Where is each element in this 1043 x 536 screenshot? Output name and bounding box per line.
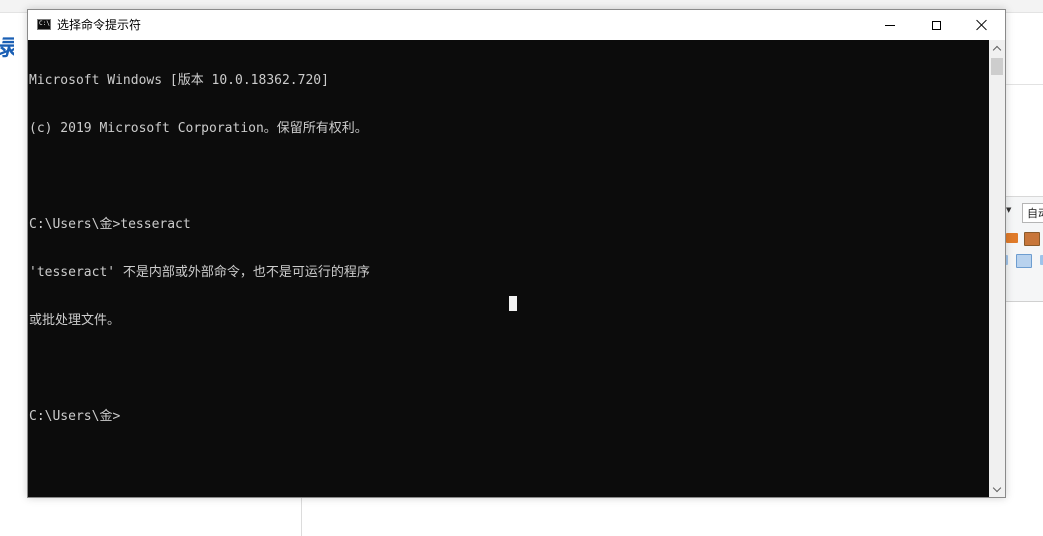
- text-cursor: [509, 296, 517, 311]
- minimize-icon: [885, 24, 895, 26]
- background-ribbon-fragment: ▼ 自动: [1002, 196, 1043, 302]
- console-line: 'tesseract' 不是内部或外部命令，也不是可运行的程序: [29, 265, 370, 280]
- background-combo-box[interactable]: 自动: [1022, 203, 1043, 223]
- minimize-button[interactable]: [867, 10, 913, 40]
- window-title: 选择命令提示符: [57, 18, 142, 32]
- cmd-icon[interactable]: C:\: [37, 19, 51, 30]
- chevron-up-icon: [992, 45, 1002, 54]
- console-window[interactable]: C:\ 选择命令提示符 Microsoft Windows [版本 10.0.1…: [27, 9, 1006, 498]
- background-divider-right: [1005, 84, 1043, 85]
- chevron-down-icon[interactable]: ▼: [1006, 206, 1011, 214]
- maximize-button[interactable]: [913, 10, 959, 40]
- picture-insert-icon[interactable]: [1024, 232, 1040, 246]
- console-line: C:\Users\金>tesseract: [29, 217, 191, 232]
- console-line: Microsoft Windows [版本 10.0.18362.720]: [29, 73, 329, 88]
- vertical-scrollbar[interactable]: [989, 40, 1005, 497]
- console-output-area[interactable]: Microsoft Windows [版本 10.0.18362.720] (c…: [28, 40, 989, 497]
- scrollbar-thumb[interactable]: [991, 58, 1003, 75]
- image-icon[interactable]: [1006, 233, 1018, 243]
- background-divider: [301, 498, 302, 536]
- console-prompt-line[interactable]: C:\Users\金>: [29, 409, 370, 425]
- scroll-down-button[interactable]: [989, 481, 1005, 497]
- chevron-down-icon: [992, 483, 1002, 492]
- console-output: Microsoft Windows [版本 10.0.18362.720] (c…: [29, 41, 370, 457]
- scroll-up-button[interactable]: [989, 40, 1005, 56]
- close-icon: [976, 19, 988, 31]
- close-button[interactable]: [959, 10, 1005, 40]
- grid-icon[interactable]: [1016, 254, 1032, 268]
- console-line: (c) 2019 Microsoft Corporation。保留所有权利。: [29, 121, 368, 136]
- console-line: 或批处理文件。: [29, 313, 121, 328]
- maximize-icon: [931, 20, 941, 30]
- background-logo-fragment: 录: [0, 34, 14, 62]
- title-bar[interactable]: C:\ 选择命令提示符: [28, 10, 1005, 40]
